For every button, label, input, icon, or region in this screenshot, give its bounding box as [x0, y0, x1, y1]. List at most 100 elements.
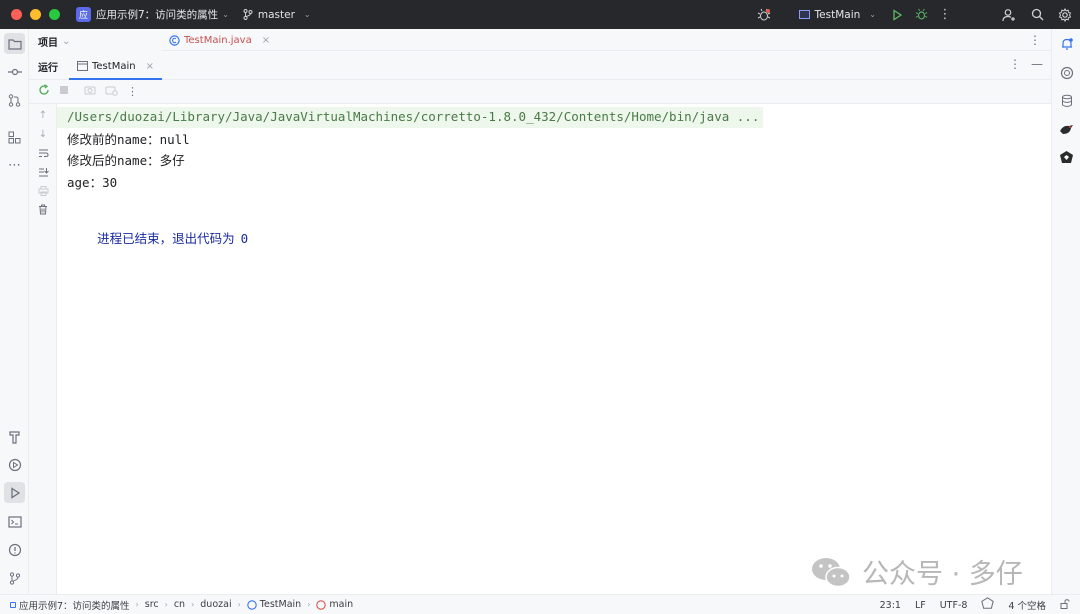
breadcrumb-item[interactable]: 应用示例7：访问类的属性 — [19, 598, 130, 612]
debug-icon[interactable] — [912, 6, 930, 24]
console-line: 修改前的name：null — [67, 132, 190, 147]
more-icon[interactable]: ⋮ — [1009, 57, 1021, 71]
chevron-right-icon: › — [237, 600, 241, 609]
breadcrumb-item[interactable]: main — [329, 599, 353, 610]
close-icon[interactable]: × — [262, 35, 270, 46]
print-icon[interactable] — [37, 186, 49, 199]
ai-status-icon[interactable] — [981, 597, 995, 613]
exit-text: 进程已结束，退出代码为 — [97, 231, 235, 246]
java-class-icon — [169, 34, 180, 46]
console-output[interactable]: /Users/duozai/Library/Java/JavaVirtualMa… — [57, 104, 1051, 594]
run-config-icon — [798, 10, 810, 19]
search-icon[interactable] — [1028, 6, 1046, 24]
branch-selector[interactable]: master ⌄ — [243, 9, 311, 21]
tab-label: TestMain — [92, 60, 136, 72]
chevron-right-icon: › — [164, 600, 168, 609]
notifications-icon[interactable] — [1057, 34, 1076, 53]
run-panel-header: 运行 TestMain × ⋮ — — [29, 51, 1051, 80]
services-icon[interactable] — [4, 454, 25, 475]
branch-name: master — [257, 8, 295, 21]
problems-icon[interactable] — [4, 539, 25, 560]
scroll-to-end-icon[interactable] — [37, 167, 49, 180]
wechat-icon — [812, 557, 851, 587]
watermark-text: 公众号 · 多仔 — [862, 559, 1023, 590]
project-panel-label: 项目 — [38, 38, 58, 49]
run-icon[interactable] — [4, 482, 25, 503]
minimize-icon[interactable]: — — [1031, 57, 1043, 71]
run-panel-actions: ⋮ — — [1009, 57, 1043, 71]
structure-icon[interactable] — [4, 127, 25, 148]
bug-icon[interactable] — [755, 6, 773, 24]
exit-code: 0 — [240, 231, 249, 246]
bird-icon[interactable] — [1057, 120, 1076, 139]
more-icon[interactable]: ⋮ — [936, 6, 954, 24]
zoom-window-button[interactable] — [49, 9, 60, 20]
chevron-right-icon: › — [191, 600, 195, 609]
status-bar: 应用示例7：访问类的属性 › src › cn › duozai › TestM… — [0, 594, 1080, 614]
indent-setting[interactable]: 4 个空格 — [1008, 598, 1046, 612]
more-icon[interactable]: ⋯ — [4, 155, 25, 176]
line-ending[interactable]: LF — [915, 600, 926, 611]
minimize-window-button[interactable] — [30, 9, 41, 20]
git-icon[interactable] — [4, 568, 25, 589]
settings-icon[interactable] — [1056, 6, 1074, 24]
run-icon[interactable] — [888, 6, 906, 24]
file-encoding[interactable]: UTF-8 — [940, 600, 968, 611]
camera-icon[interactable] — [84, 85, 96, 98]
chevron-right-icon: › — [135, 600, 139, 609]
close-icon[interactable]: × — [146, 61, 154, 72]
more-icon[interactable]: ⋮ — [1029, 33, 1041, 47]
arrow-down-icon[interactable]: ↓ — [37, 129, 49, 140]
build-icon[interactable] — [4, 426, 25, 447]
title-bar: 应 应用示例7：访问类的属性 ⌄ master ⌄ TestMain ⌄ ⋮ — [0, 0, 1080, 29]
close-window-button[interactable] — [11, 9, 22, 20]
terminal-icon[interactable] — [4, 511, 25, 532]
breadcrumb: 应用示例7：访问类的属性 › src › cn › duozai › TestM… — [10, 598, 353, 612]
chevron-right-icon: › — [307, 600, 311, 609]
pull-request-icon[interactable] — [4, 90, 25, 111]
console-side-toolbar: ↑ ↓ — [29, 104, 57, 594]
run-panel-label: 运行 — [38, 63, 58, 74]
watermark: 公众号 · 多仔 — [810, 552, 1023, 591]
run-config-selector[interactable]: TestMain ⌄ — [798, 8, 876, 21]
project-name[interactable]: 应用示例7：访问类的属性 — [96, 7, 218, 22]
console-command-line[interactable]: /Users/duozai/Library/Java/JavaVirtualMa… — [57, 107, 764, 128]
caret-position[interactable]: 23:1 — [880, 600, 901, 611]
rerun-icon[interactable] — [38, 84, 50, 99]
status-bar-right: 23:1 LF UTF-8 4 个空格 — [880, 595, 1070, 614]
console-toolbar: ⋮ — [29, 80, 1051, 104]
plugin-icon[interactable] — [1057, 148, 1076, 167]
folder-icon[interactable] — [4, 33, 25, 54]
breadcrumb-item[interactable]: src — [145, 599, 159, 610]
breadcrumb-item[interactable]: TestMain — [260, 599, 301, 610]
chevron-down-icon: ⌄ — [303, 10, 311, 19]
editor-tab-bar: TestMain.java × ⋮ — [162, 29, 1051, 51]
add-user-icon[interactable] — [1000, 6, 1018, 24]
chevron-down-icon: ⌄ — [62, 36, 71, 47]
process-exit-message: 进程已结束，退出代码为 0 — [67, 213, 248, 262]
tab-run-testmain[interactable]: TestMain × — [69, 54, 162, 80]
module-icon — [10, 601, 16, 608]
breadcrumb-item[interactable]: cn — [174, 599, 185, 610]
dump-threads-icon[interactable] — [105, 85, 118, 99]
arrow-up-icon[interactable]: ↑ — [37, 110, 49, 121]
console-line: age：30 — [67, 175, 118, 190]
branch-icon — [243, 9, 253, 20]
chevron-down-icon[interactable]: ⌄ — [222, 10, 229, 19]
right-tool-strip — [1051, 29, 1080, 594]
run-config-name: TestMain — [814, 8, 861, 21]
left-tool-strip: ⋯ — [0, 29, 29, 594]
breadcrumb-item[interactable]: duozai — [200, 599, 231, 610]
trash-icon[interactable] — [37, 204, 49, 218]
commit-icon[interactable] — [4, 61, 25, 82]
tab-label: TestMain.java — [184, 34, 252, 46]
more-icon[interactable]: ⋮ — [127, 85, 138, 98]
tab-testmain-java[interactable]: TestMain.java × — [169, 29, 270, 51]
database-icon[interactable] — [1057, 91, 1076, 110]
ai-assistant-icon[interactable] — [1057, 63, 1076, 82]
project-badge[interactable]: 应 — [76, 7, 91, 22]
console-line: 修改后的name：多仔 — [67, 153, 185, 168]
lock-icon[interactable] — [1060, 598, 1070, 612]
stop-icon[interactable] — [59, 85, 69, 98]
soft-wrap-icon[interactable] — [37, 148, 49, 161]
